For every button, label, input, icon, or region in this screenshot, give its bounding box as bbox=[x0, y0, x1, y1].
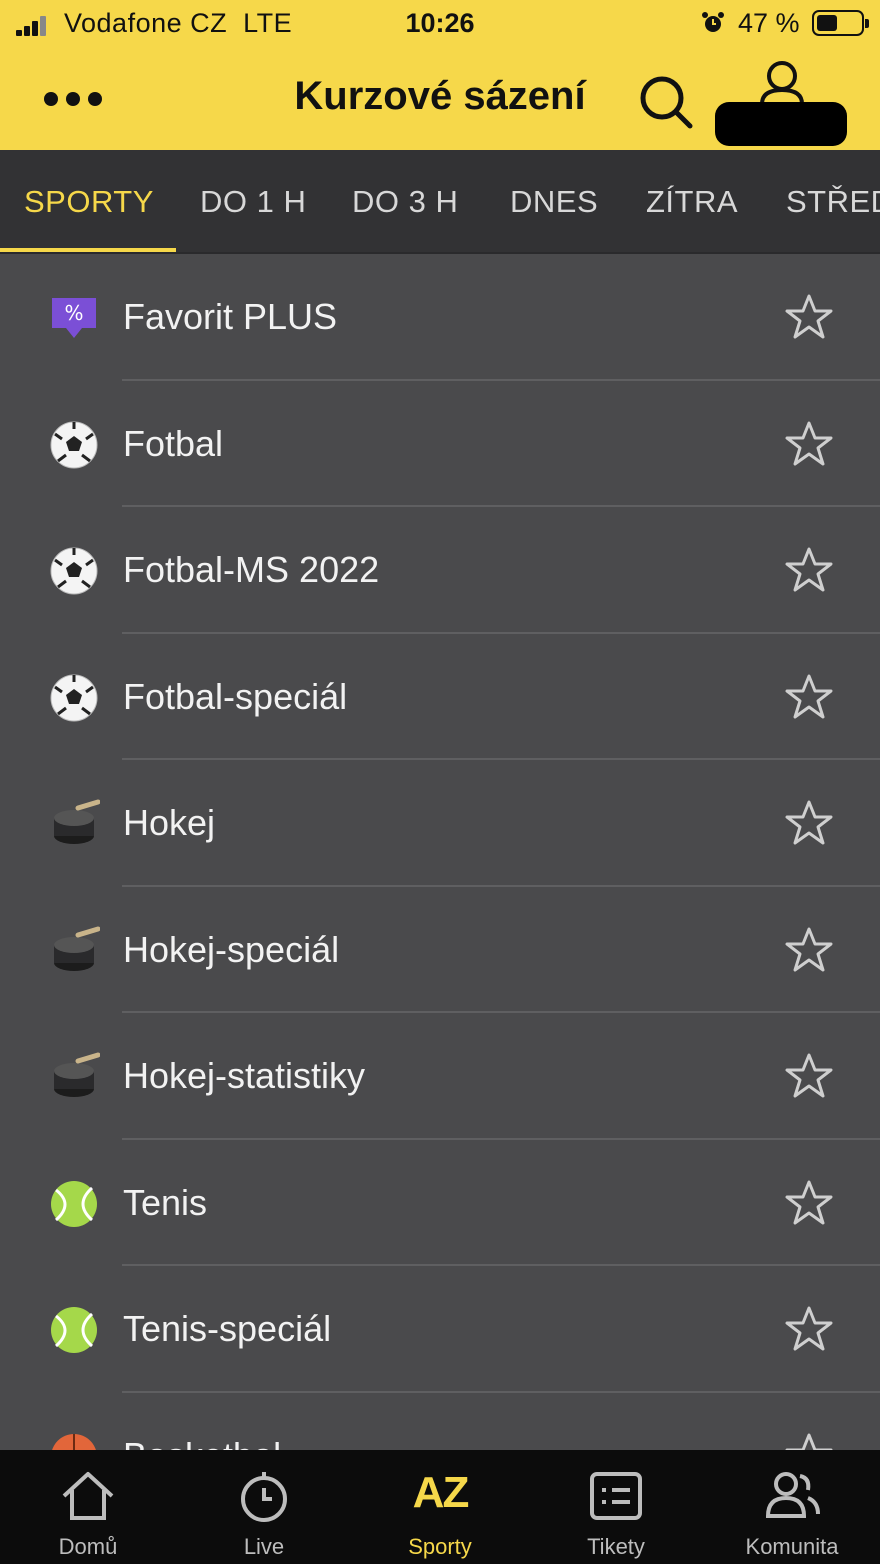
tab-streda[interactable]: STŘED bbox=[786, 184, 880, 220]
sport-list-item[interactable]: Fotbal-speciál bbox=[0, 634, 880, 760]
soccer-ball-icon bbox=[50, 421, 98, 468]
nav-tikety[interactable]: Tikety bbox=[528, 1450, 704, 1564]
tab-zitra[interactable]: ZÍTRA bbox=[646, 184, 738, 220]
basketball-icon bbox=[51, 1433, 97, 1450]
favorite-star-icon[interactable] bbox=[784, 545, 834, 595]
sport-list-item[interactable]: Fotbal bbox=[0, 381, 880, 507]
stopwatch-icon bbox=[241, 1472, 287, 1522]
tab-do-1-h[interactable]: DO 1 H bbox=[200, 184, 306, 220]
soccer-ball-icon bbox=[50, 674, 98, 721]
sport-label: Favorit PLUS bbox=[123, 296, 338, 337]
sport-list-item[interactable]: Basketbal bbox=[0, 1393, 880, 1451]
nav-label: Domů bbox=[58, 1534, 118, 1559]
sport-list-item[interactable]: Tenis-speciál bbox=[0, 1266, 880, 1393]
favorite-star-icon[interactable] bbox=[784, 798, 834, 848]
community-icon bbox=[765, 1472, 820, 1518]
tab-sporty[interactable]: SPORTY bbox=[24, 184, 154, 220]
svg-text:%: % bbox=[64, 301, 83, 325]
nav-live[interactable]: Live bbox=[176, 1450, 352, 1564]
sport-list-item[interactable]: Hokej bbox=[0, 760, 880, 887]
sport-list-item[interactable]: Hokej-statistiky bbox=[0, 1013, 880, 1140]
sport-label: Fotbal-MS 2022 bbox=[123, 549, 380, 590]
bottom-navigation: Domů Live AZ Sporty Tikety Komunita bbox=[0, 1450, 880, 1564]
search-icon[interactable] bbox=[636, 72, 696, 132]
tab-do-3-h[interactable]: DO 3 H bbox=[352, 184, 458, 220]
sport-list-item[interactable]: Tenis bbox=[0, 1140, 880, 1266]
az-icon: AZ bbox=[412, 1468, 470, 1517]
redacted-block bbox=[715, 102, 847, 146]
sports-list: % Favorit PLUS Fotbal Fotbal-MS 2022 Fotbal-… bbox=[0, 254, 880, 1450]
home-icon bbox=[62, 1472, 114, 1520]
hockey-icon bbox=[54, 799, 100, 844]
tab-dnes[interactable]: DNES bbox=[510, 184, 598, 220]
sport-label: Basketbal bbox=[123, 1435, 281, 1451]
alarm-icon bbox=[702, 12, 724, 32]
sport-label: Hokej-speciál bbox=[123, 928, 340, 970]
tab-bar: SPORTY DO 1 H DO 3 H DNES ZÍTRA STŘED bbox=[0, 150, 880, 254]
battery-percentage: 47 % bbox=[738, 8, 800, 38]
sport-list-item[interactable]: Hokej-speciál bbox=[0, 887, 880, 1013]
tennis-ball-icon bbox=[51, 1307, 97, 1353]
favorite-star-icon[interactable] bbox=[784, 1304, 834, 1354]
sport-list-item[interactable]: Fotbal-MS 2022 bbox=[0, 507, 880, 634]
nav-label: Komunita bbox=[745, 1534, 839, 1559]
hockey-icon bbox=[54, 926, 100, 971]
favorite-star-icon[interactable] bbox=[784, 419, 834, 469]
soccer-ball-icon bbox=[50, 547, 98, 595]
status-bar: Vodafone CZ LTE 10:26 47 % bbox=[0, 0, 880, 48]
nav-sporty[interactable]: AZ Sporty bbox=[352, 1450, 528, 1564]
favorite-star-icon[interactable] bbox=[784, 672, 834, 722]
favorite-star-icon[interactable] bbox=[784, 1431, 834, 1451]
favorite-star-icon[interactable] bbox=[784, 925, 834, 975]
favorite-star-icon[interactable] bbox=[784, 1178, 834, 1228]
sport-label: Tenis-speciál bbox=[123, 1308, 332, 1349]
sport-label: Fotbal-speciál bbox=[123, 675, 348, 717]
nav-label: Tikety bbox=[587, 1534, 645, 1559]
sport-label: Hokej-statistiky bbox=[123, 1055, 366, 1096]
sport-list-item[interactable]: % Favorit PLUS bbox=[0, 254, 880, 381]
favorite-star-icon[interactable] bbox=[784, 292, 834, 342]
nav-komunita[interactable]: Komunita bbox=[704, 1450, 880, 1564]
favorite-star-icon[interactable] bbox=[784, 1051, 834, 1101]
nav-label: Sporty bbox=[408, 1534, 472, 1559]
ticket-list-icon bbox=[590, 1472, 642, 1520]
battery-icon bbox=[812, 10, 869, 36]
hockey-icon bbox=[54, 1052, 100, 1097]
sport-label: Hokej bbox=[123, 802, 216, 843]
nav-domu[interactable]: Domů bbox=[0, 1450, 176, 1564]
sport-label: Tenis bbox=[123, 1181, 208, 1223]
nav-label: Live bbox=[243, 1534, 285, 1559]
favorit-plus-icon: % bbox=[52, 298, 96, 338]
tennis-ball-icon bbox=[51, 1180, 97, 1227]
sport-label: Fotbal bbox=[123, 422, 224, 464]
